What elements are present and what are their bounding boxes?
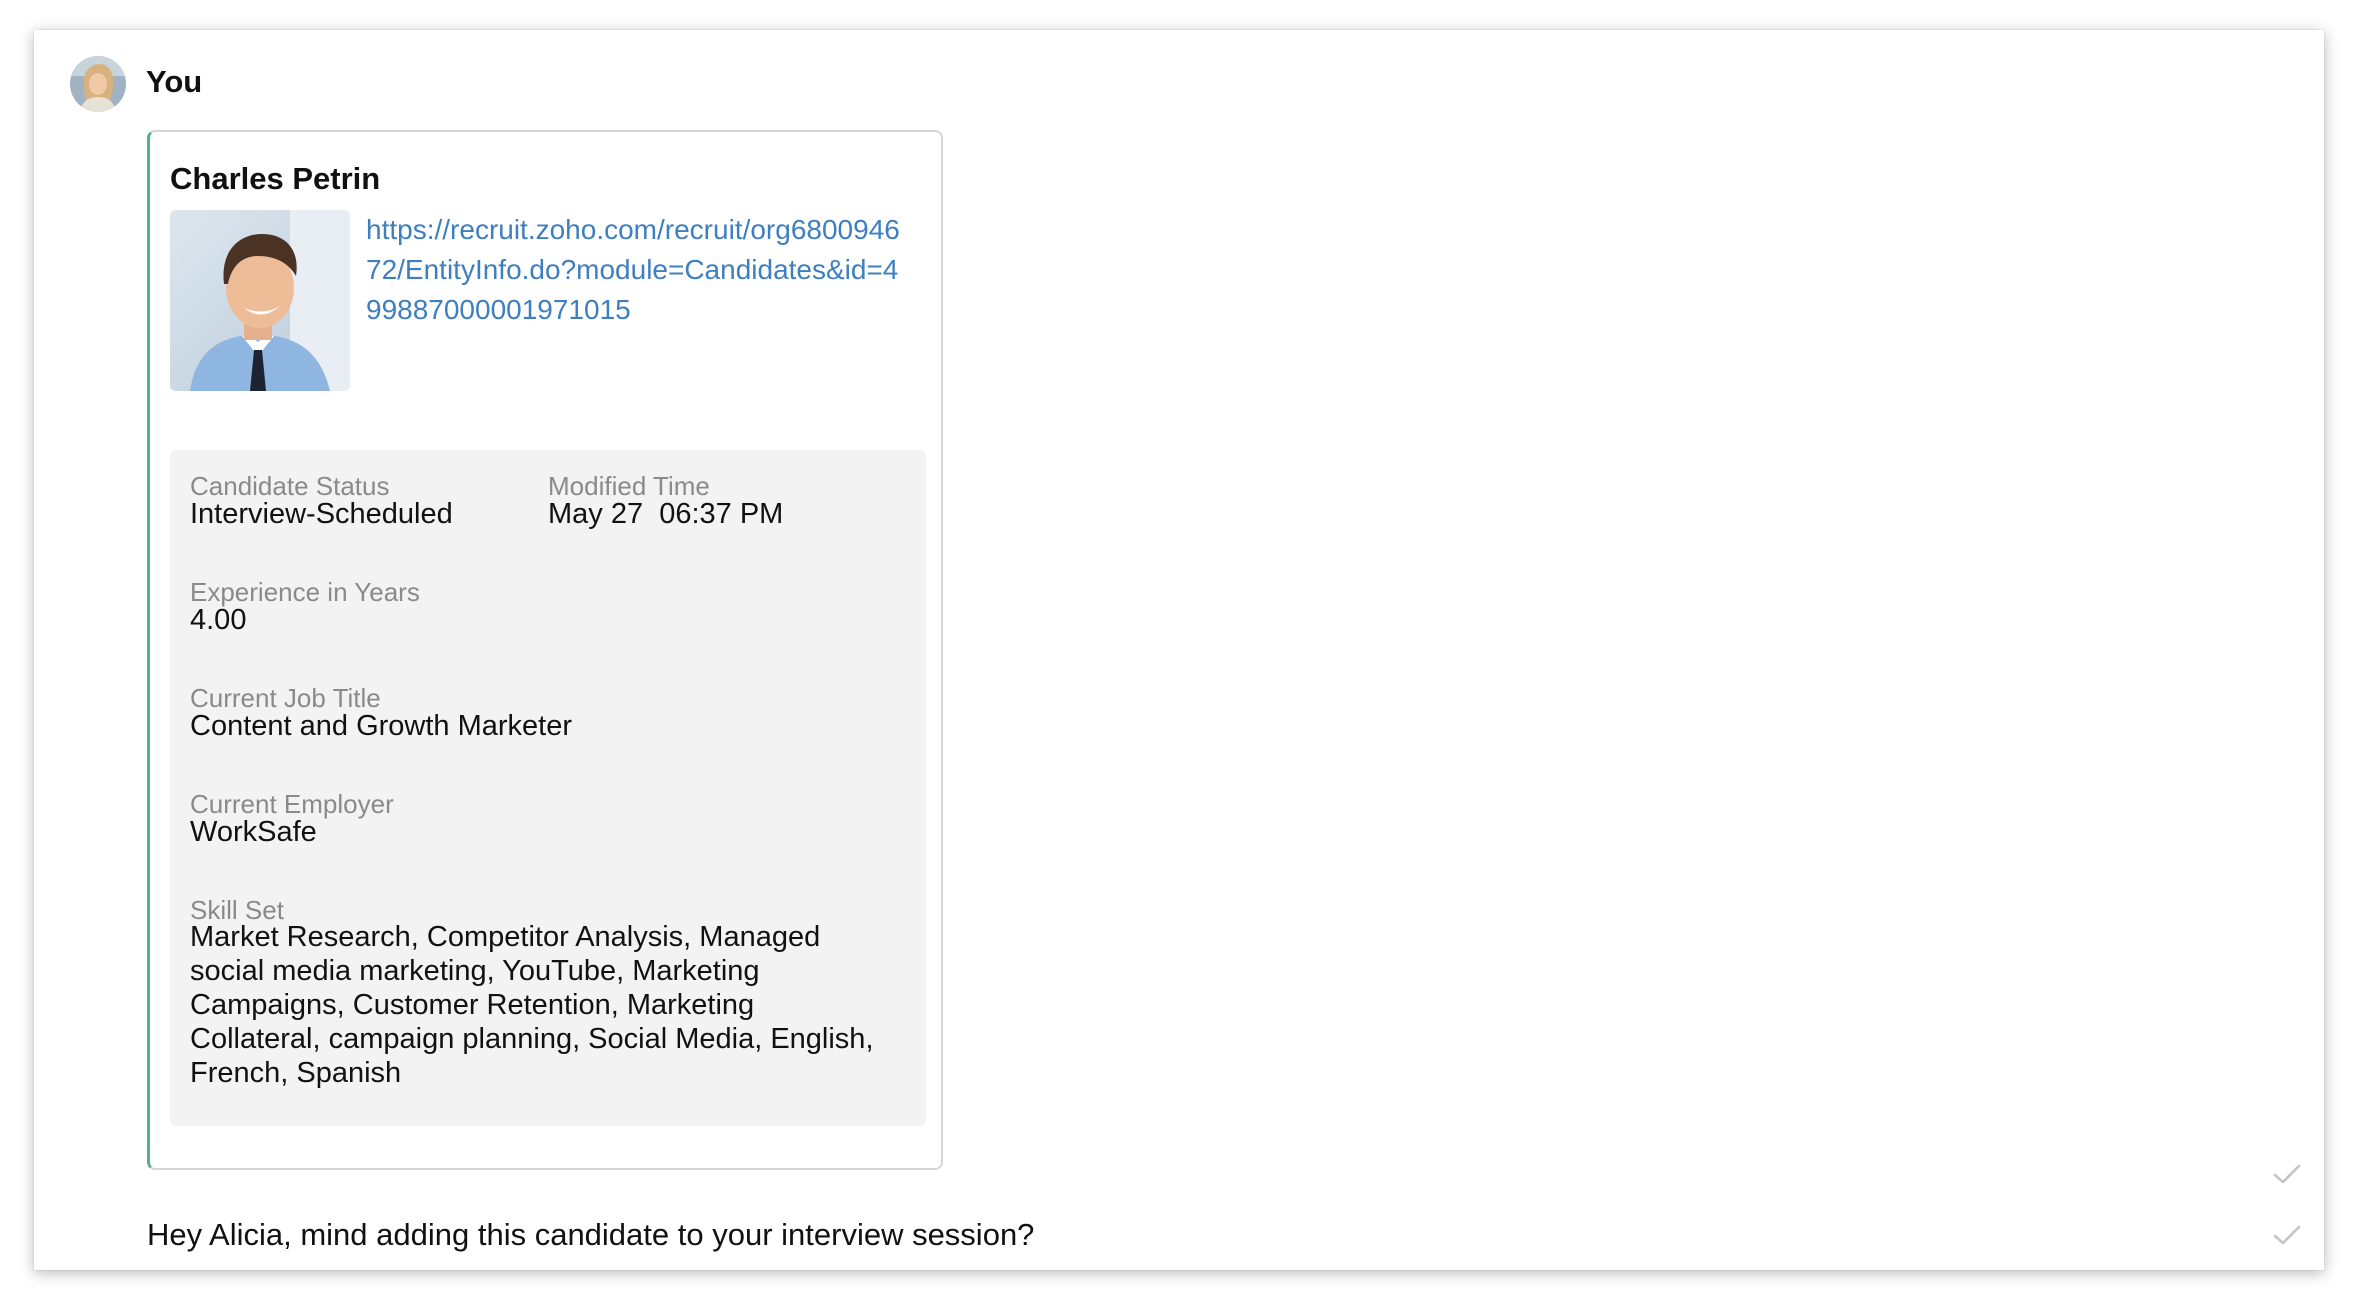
candidate-status-value: Interview-Scheduled (190, 498, 453, 530)
experience-value: 4.00 (190, 604, 247, 636)
message-text: Hey Alicia, mind adding this candidate t… (147, 1217, 1035, 1252)
candidate-photo-icon (170, 210, 350, 391)
user-avatar-icon (70, 56, 126, 112)
candidate-photo (170, 210, 350, 391)
sender-avatar[interactable] (70, 56, 126, 112)
sender-name: You (146, 64, 203, 99)
candidate-card: Charles Petrin https://recruit.zoho.com/… (147, 130, 943, 1170)
skill-set-value: Market Research, Competitor Analysis, Ma… (190, 921, 874, 1089)
candidate-name[interactable]: Charles Petrin (170, 157, 380, 201)
modified-time-value: May 27 06:37 PM (548, 498, 784, 530)
candidate-fields: Candidate Status Interview-Scheduled Mod… (170, 450, 926, 1126)
employer-value: WorkSafe (190, 816, 317, 848)
chat-message-panel: You Charles Petrin https://recruit.zoho.… (34, 30, 2324, 1270)
checkmark-icon (2273, 1164, 2301, 1184)
candidate-record-link[interactable]: https://recruit.zoho.com/recruit/org6800… (366, 210, 906, 330)
checkmark-icon (2273, 1225, 2301, 1245)
job-title-value: Content and Growth Marketer (190, 710, 573, 742)
